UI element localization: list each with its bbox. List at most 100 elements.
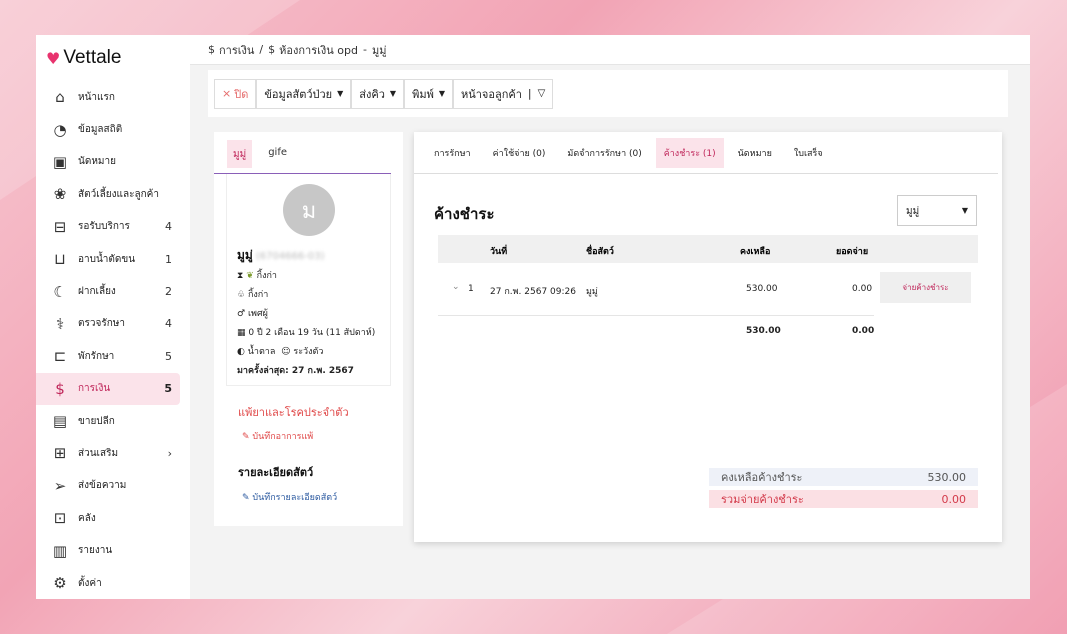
breed-row: ⧗ ❦ กิ้งก่า [237, 271, 277, 281]
customer-screen-button[interactable]: หน้าจอลูกค้า | ▽ [452, 78, 554, 109]
sidebar-item-exam[interactable]: ⚕ ตรวจรักษา 4 [36, 308, 180, 340]
archive-icon: ⊡ [53, 509, 67, 528]
tab-receipts[interactable]: ใบเสร็จ [786, 138, 831, 168]
sidebar-item-home[interactable]: ⌂ หน้าแรก [36, 81, 180, 113]
sofa-icon: ⊟ [53, 217, 67, 236]
home-icon: ⌂ [55, 88, 65, 107]
paw-icon: ❀ [53, 185, 67, 204]
sidebar-item-waiting[interactable]: ⊟ รอรับบริการ 4 [36, 211, 180, 243]
pet-code: (6704666-03) [255, 251, 325, 262]
lizard-icon: ❦ [246, 271, 254, 281]
sidebar-item-inpatient[interactable]: ⊏ พักรักษา 5 [36, 340, 180, 372]
billing-panel: การรักษา ค่าใช้จ่าย (0) มัดจำการรักษา (0… [414, 132, 1002, 542]
tab-appointments[interactable]: นัดหมาย [730, 138, 780, 168]
chevron-right-icon: › [167, 446, 172, 460]
send-icon: ➢ [53, 476, 67, 495]
tab-treatment[interactable]: การรักษา [426, 138, 479, 168]
section-title: ค้างชำระ [434, 205, 495, 223]
allergy-title: แพ้ยาและโรคประจำตัว [238, 406, 349, 419]
sidebar-item-addons[interactable]: ⊞ ส่วนเสริม › [36, 437, 180, 469]
pet-panel: มูมู่ gife ม มูมู่ (6704666-03) ⧗ ❦ กิ้งก… [214, 132, 403, 526]
breadcrumb-patient: มูมู่ [371, 43, 387, 57]
pet-name: มูมู่ (6704666-03) [237, 248, 325, 262]
sex-row: ♂ เพศผู้ [237, 309, 268, 319]
pet-info-button[interactable]: ข้อมูลสัตว์ป่วย ▼ [256, 78, 352, 109]
breadcrumb-page: ห้องการเงิน opd [279, 43, 358, 57]
detail-link[interactable]: ✎ บันทึกรายละเอียดสัตว์ [242, 490, 337, 504]
sidebar-item-reports[interactable]: ▥ รายงาน [36, 534, 180, 566]
summary-remaining: คงเหลือค้างชำระ 530.00 [709, 468, 978, 486]
breadcrumb: $ การเงิน / $ ห้องการเงิน opd - มูมู่ [190, 35, 1030, 65]
calendar-icon: ▦ [237, 328, 246, 338]
close-icon: × [222, 87, 232, 100]
sidebar-item-retail[interactable]: ▤ ขายปลีก [36, 405, 180, 437]
money-hand-icon: $ [55, 379, 65, 398]
sidebar-item-messages[interactable]: ➢ ส่งข้อความ [36, 470, 180, 502]
last-visit: มาครั้งล่าสุด: 27 ก.พ. 2567 [237, 366, 354, 376]
chevron-down-icon[interactable]: ⌄ [452, 282, 460, 292]
allergy-link[interactable]: ✎ บันทึกอาการแพ้ [242, 429, 313, 443]
tags-row: ◐ น้ำตาล ☺ ระวังตัว [237, 347, 324, 357]
table-header: วันที่ ชื่อสัตว์ คงเหลือ ยอดจ่าย [438, 235, 978, 263]
table-row[interactable]: ⌄ 1 27 ก.พ. 2567 09:26 มูมู่ 530.00 0.00 [438, 263, 874, 316]
detail-title: รายละเอียดสัตว์ [238, 466, 314, 479]
money-hand-icon: $ [268, 43, 276, 56]
pet-card: ม มูมู่ (6704666-03) ⧗ ❦ กิ้งก่า ♧ กิ้งก่… [226, 174, 391, 386]
pet-filter-select[interactable]: มูมู่ ▼ [897, 195, 977, 226]
tab-expenses[interactable]: ค่าใช้จ่าย (0) [485, 138, 554, 168]
toolbar: × ปิด ข้อมูลสัตว์ป่วย ▼ ส่งคิว ▼ พิมพ์ ▼ หน้… [208, 70, 1008, 117]
pet-tabs: มูมู่ gife [214, 132, 391, 174]
totals-row: 530.00 0.00 [746, 326, 875, 336]
main-area: $ การเงิน / $ ห้องการเงิน opd - มูมู่ × ป… [190, 35, 1030, 599]
palette-icon: ◐ [237, 347, 245, 357]
species-row: ♧ กิ้งก่า [237, 290, 269, 300]
sidebar-item-appointments[interactable]: ▣ นัดหมาย [36, 146, 180, 178]
brand-name: Vettale [63, 47, 122, 68]
moon-icon: ☾ [53, 282, 67, 301]
caret-down-icon: ▼ [438, 89, 445, 98]
register-icon: ▤ [52, 412, 68, 431]
money-hand-icon: $ [208, 43, 215, 56]
smile-icon: ☺ [281, 347, 291, 357]
print-button[interactable]: พิมพ์ ▼ [404, 78, 453, 109]
heart-logo-icon: ♥ [46, 48, 61, 68]
bar-chart-icon: ▥ [52, 541, 68, 560]
pencil-icon: ✎ [242, 432, 250, 442]
tab-pet-mumu[interactable]: มูมู่ [227, 140, 253, 168]
gear-icon: ⚙ [53, 574, 67, 593]
hourglass-icon: ⧗ [237, 271, 244, 281]
tab-deposit[interactable]: มัดจำการรักษา (0) [559, 138, 649, 168]
summary-paid: รวมจ่ายค้างชำระ 0.00 [709, 490, 978, 508]
age-row: ▦ 0 ปี 2 เดือน 19 วัน (11 สัปดาห์) [237, 328, 376, 338]
calendar-icon: ▣ [52, 152, 68, 171]
pencil-icon: ✎ [242, 493, 250, 503]
sidebar-item-grooming[interactable]: ⊔ อาบน้ำตัดขน 1 [36, 243, 180, 275]
species-icon: ♧ [237, 290, 246, 300]
sidebar-item-settings[interactable]: ⚙ ตั้งค่า [36, 567, 180, 599]
billing-tabs: การรักษา ค่าใช้จ่าย (0) มัดจำการรักษา (0… [414, 132, 998, 174]
sidebar-item-pets[interactable]: ❀ สัตว์เลี้ยงและลูกค้า [36, 178, 180, 210]
tab-pet-gife[interactable]: gife [262, 140, 293, 168]
logo[interactable]: ♥ Vettale [36, 47, 190, 69]
sidebar-item-finance[interactable]: $ การเงิน 5 [36, 372, 180, 405]
sidebar-item-stats[interactable]: ◔ ข้อมูลสถิติ [36, 113, 180, 145]
sidebar-item-inventory[interactable]: ⊡ คลัง [36, 502, 180, 534]
avatar: ม [283, 184, 335, 236]
sidebar: ♥ Vettale ⌂ หน้าแรก ◔ ข้อมูลสถิติ ▣ นัดหมาย… [36, 35, 190, 599]
male-icon: ♂ [237, 309, 246, 319]
tab-outstanding[interactable]: ค้างชำระ (1) [655, 137, 724, 168]
close-button[interactable]: × ปิด [214, 78, 257, 109]
caret-down-icon: ▼ [389, 89, 397, 98]
caret-down-icon: ▼ [337, 89, 344, 98]
bathtub-icon: ⊔ [54, 250, 66, 269]
plus-square-icon: ⊞ [53, 444, 67, 463]
pay-outstanding-button[interactable]: จ่ายค้างชำระ [880, 272, 971, 303]
sidebar-item-boarding[interactable]: ☾ ฝากเลี้ยง 2 [36, 275, 180, 307]
stethoscope-icon: ⚕ [55, 314, 65, 333]
breadcrumb-root[interactable]: การเงิน [219, 41, 254, 59]
bed-icon: ⊏ [53, 347, 67, 366]
triangle-down-icon: ▽ [537, 88, 546, 99]
app-window: ♥ Vettale ⌂ หน้าแรก ◔ ข้อมูลสถิติ ▣ นัดหมาย… [36, 35, 1030, 599]
gauge-icon: ◔ [53, 120, 67, 139]
queue-button[interactable]: ส่งคิว ▼ [351, 78, 405, 109]
